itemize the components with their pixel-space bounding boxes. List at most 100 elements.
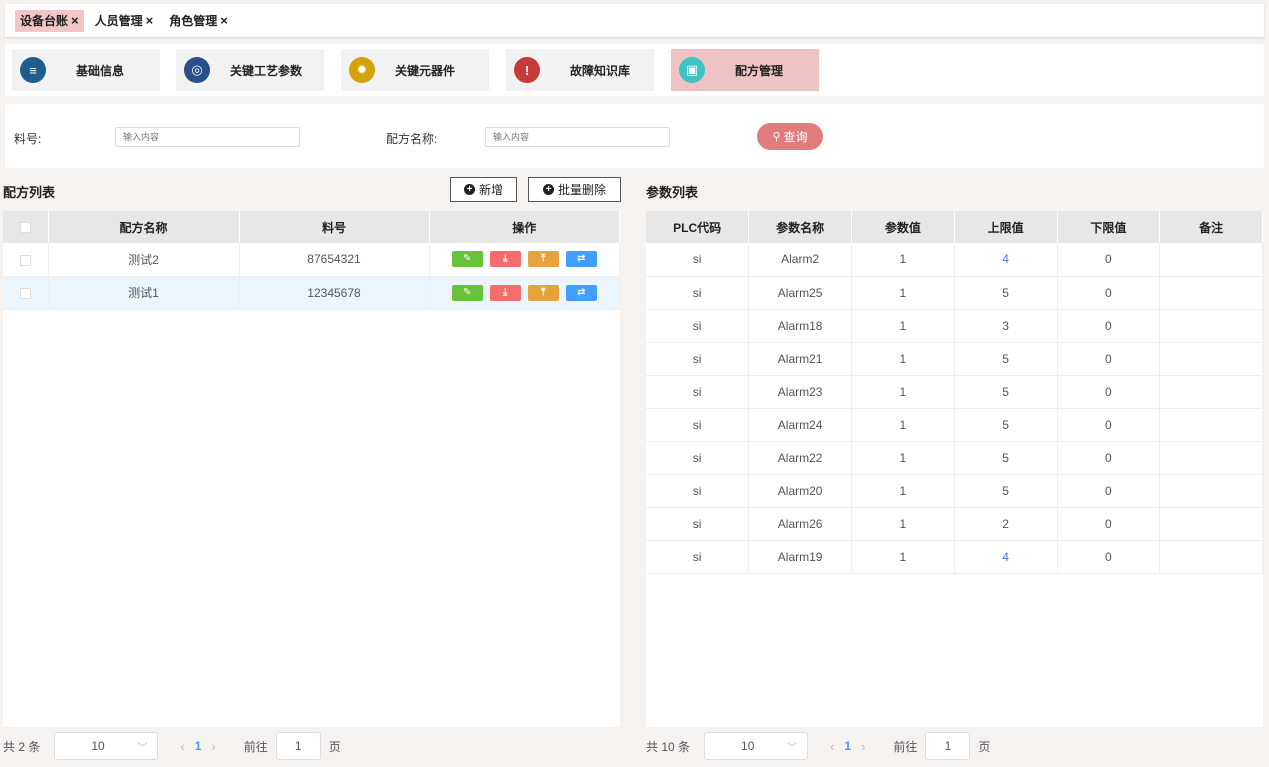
plc-code-cell: si	[646, 474, 750, 508]
table-row[interactable]: si Alarm23 1 5 0	[646, 375, 1263, 409]
note-cell	[1159, 441, 1263, 475]
query-button[interactable]: ⚲ 查询	[757, 123, 823, 150]
table-row[interactable]: si Alarm25 1 5 0	[646, 276, 1263, 310]
row-checkbox[interactable]	[19, 287, 31, 299]
prev-page-icon[interactable]: ‹	[830, 739, 834, 754]
lower-limit-cell: 0	[1057, 309, 1161, 343]
page-unit: 页	[328, 739, 341, 754]
tab-device-ledger[interactable]: 设备台账 ×	[15, 9, 84, 32]
table-row[interactable]: si Alarm2 1 4 0	[646, 243, 1263, 277]
plc-code-cell: si	[646, 408, 750, 442]
table-row[interactable]: si Alarm18 1 3 0	[646, 309, 1263, 343]
download-icon[interactable]: ⤓	[489, 251, 521, 268]
edit-icon[interactable]: ✎	[451, 251, 483, 268]
current-page[interactable]: 1	[844, 739, 851, 753]
param-name-cell: Alarm19	[748, 540, 852, 574]
note-cell	[1159, 507, 1263, 541]
recipe-name-input[interactable]	[485, 127, 670, 147]
column-header[interactable]: 料号	[239, 211, 430, 243]
total-count: 共 2 条	[3, 739, 41, 754]
table-row[interactable]: si Alarm19 1 4 0	[646, 540, 1263, 574]
link-icon[interactable]: ⇄	[565, 251, 597, 268]
material-cell: 12345678	[239, 276, 430, 310]
plus-icon: +	[542, 184, 554, 195]
download-icon[interactable]: ⤓	[489, 284, 521, 301]
select-all-checkbox[interactable]	[19, 222, 31, 234]
page-size-select[interactable]: 10 ﹀	[704, 732, 809, 760]
page-unit: 页	[978, 739, 991, 754]
module-label: 关键元器件	[395, 63, 456, 78]
lower-limit-cell: 0	[1057, 342, 1161, 376]
close-icon[interactable]: ×	[220, 13, 228, 28]
recipe-name-label: 配方名称:	[386, 132, 438, 146]
module-label: 基础信息	[76, 63, 125, 78]
goto-page-input[interactable]: 1	[275, 732, 321, 760]
table-row[interactable]: si Alarm24 1 5 0	[646, 408, 1263, 442]
recipe-table: 配方名称 料号 操作 测试2 87654321 ✎ ⤓ ⤒ ⇄ 测试1 1234…	[3, 211, 620, 310]
upper-limit-cell: 5	[954, 375, 1058, 409]
row-select-cell	[3, 243, 49, 277]
module-recipe-management[interactable]: ▣ 配方管理	[671, 49, 819, 91]
note-cell	[1159, 342, 1263, 376]
chevron-down-icon: ﹀	[787, 742, 798, 754]
goto-page-input[interactable]: 1	[925, 732, 971, 760]
row-checkbox[interactable]	[19, 254, 31, 266]
batch-delete-button[interactable]: + 批量删除	[528, 177, 621, 202]
table-row[interactable]: si Alarm22 1 5 0	[646, 441, 1263, 475]
upload-icon[interactable]: ⤒	[527, 284, 559, 301]
plc-code-cell: si	[646, 342, 750, 376]
module-key-components[interactable]: ✹ 关键元器件	[341, 49, 489, 91]
recipe-list-title: 配方列表	[3, 185, 56, 200]
upper-limit-cell: 4	[954, 540, 1058, 574]
link-icon[interactable]: ⇄	[565, 284, 597, 301]
goto-label: 前往	[243, 739, 268, 754]
table-row[interactable]: si Alarm21 1 5 0	[646, 342, 1263, 376]
param-table-panel: PLC代码 参数名称 参数值 上限值 下限值 备注 si Alarm2 1 4 0 si A…	[646, 211, 1263, 727]
goto-label: 前往	[893, 739, 918, 754]
column-header: 上限值	[954, 211, 1058, 243]
module-key-process-params[interactable]: ◎ 关键工艺参数	[176, 49, 324, 91]
param-value-cell: 1	[851, 375, 955, 409]
material-input[interactable]	[115, 127, 300, 147]
lower-limit-cell: 0	[1057, 540, 1161, 574]
next-page-icon[interactable]: ›	[211, 739, 215, 754]
select-all-cell	[3, 211, 49, 243]
page-size-select[interactable]: 10 ﹀	[54, 732, 159, 760]
upper-limit-cell: 4	[954, 243, 1058, 277]
next-page-icon[interactable]: ›	[861, 739, 865, 754]
close-icon[interactable]: ×	[71, 13, 79, 28]
note-cell	[1159, 408, 1263, 442]
close-icon[interactable]: ×	[146, 13, 154, 28]
settings-icon: ◎	[184, 57, 210, 83]
plc-code-cell: si	[646, 243, 750, 277]
column-header[interactable]: 配方名称	[48, 211, 240, 243]
param-name-cell: Alarm24	[748, 408, 852, 442]
table-row[interactable]: si Alarm20 1 5 0	[646, 474, 1263, 508]
add-button[interactable]: + 新增	[450, 177, 517, 202]
column-header: 参数名称	[748, 211, 852, 243]
note-cell	[1159, 474, 1263, 508]
current-page[interactable]: 1	[195, 739, 202, 753]
param-name-cell: Alarm26	[748, 507, 852, 541]
table-row[interactable]: 测试1 12345678 ✎ ⤓ ⤒ ⇄	[3, 276, 620, 310]
plus-icon: +	[463, 184, 475, 195]
param-value-cell: 1	[851, 243, 955, 277]
query-button-label: 查询	[783, 130, 808, 144]
tab-roles[interactable]: 角色管理 ×	[164, 10, 233, 32]
edit-icon[interactable]: ✎	[451, 284, 483, 301]
table-row[interactable]: 测试2 87654321 ✎ ⤓ ⤒ ⇄	[3, 243, 620, 277]
lower-limit-cell: 0	[1057, 243, 1161, 277]
table-row[interactable]: si Alarm26 1 2 0	[646, 507, 1263, 541]
upload-icon[interactable]: ⤒	[527, 251, 559, 268]
upper-limit-cell: 5	[954, 342, 1058, 376]
column-header: 操作	[429, 211, 620, 243]
search-panel: 料号: 配方名称: ⚲ 查询	[5, 104, 1264, 168]
plc-code-cell: si	[646, 507, 750, 541]
prev-page-icon[interactable]: ‹	[180, 739, 184, 754]
tab-label: 设备台账	[20, 14, 69, 28]
module-basic-info[interactable]: ≡ 基础信息	[12, 49, 160, 91]
tab-personnel[interactable]: 人员管理 ×	[90, 10, 159, 32]
column-header: 下限值	[1057, 211, 1161, 243]
column-header: 备注	[1159, 211, 1263, 243]
module-fault-knowledge[interactable]: ! 故障知识库	[506, 49, 654, 91]
